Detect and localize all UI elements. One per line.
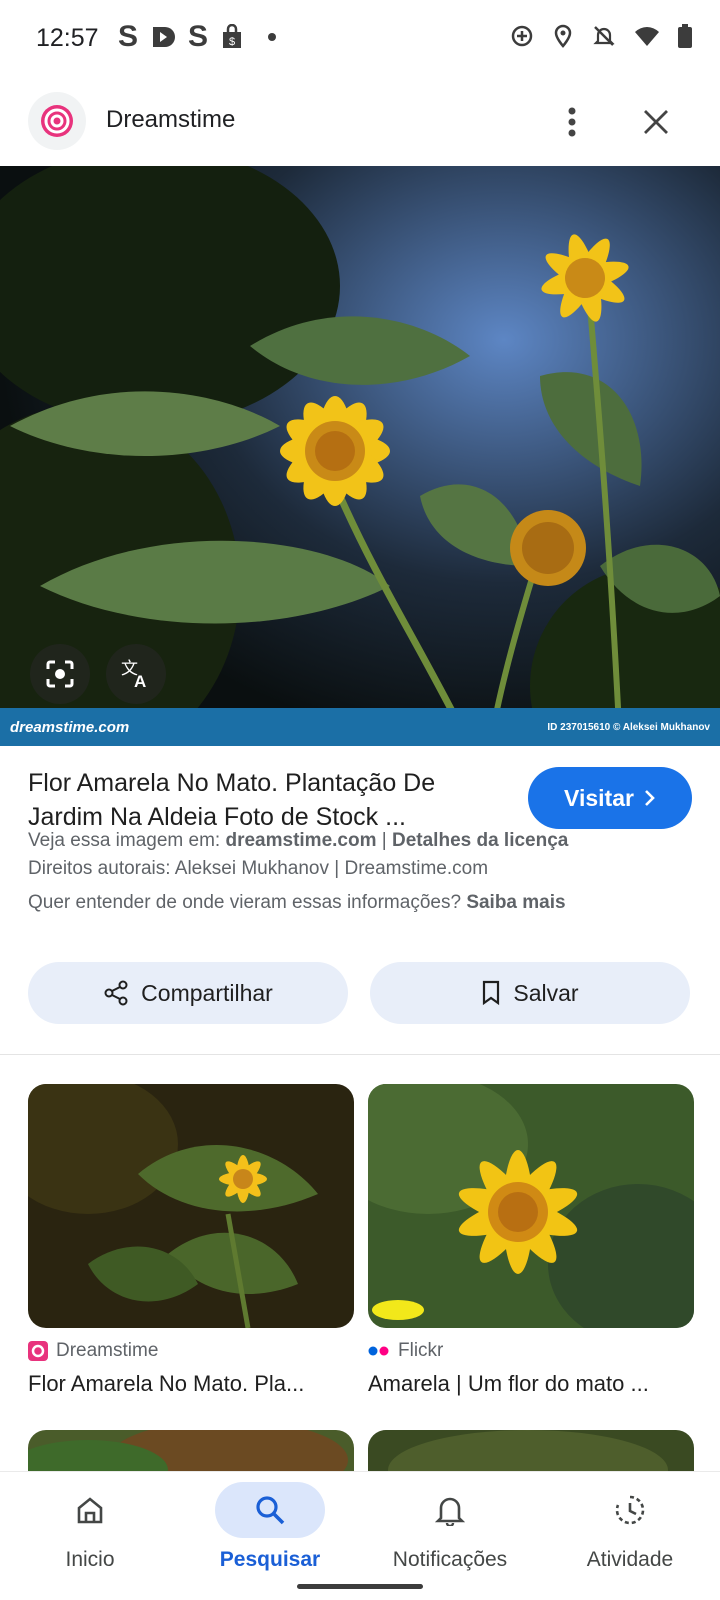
wifi-icon <box>635 27 659 46</box>
activity-history-icon <box>575 1482 685 1538</box>
info-question: Quer entender de onde vieram essas infor… <box>28 892 467 913</box>
nav-home[interactable]: Inicio <box>0 1482 180 1582</box>
notification-dot-icon <box>268 33 277 41</box>
translate-icon: 文A <box>121 659 146 690</box>
save-label: Salvar <box>513 979 579 1006</box>
viewer-header: Dreamstime <box>0 88 720 168</box>
related-title-1[interactable]: Flor Amarela No Mato. Pla... <box>28 1371 358 1397</box>
status-left-icons: S S $ <box>118 20 277 53</box>
credit-bar: dreamstime.com ID 237015610 © Aleksei Mu… <box>0 708 720 746</box>
hero-image[interactable]: 文A dreamstime.com ID 237015610 © Aleksei… <box>0 166 720 746</box>
lens-icon <box>46 660 74 688</box>
nav-notifications[interactable]: Notificações <box>360 1482 540 1582</box>
bell-icon <box>395 1482 505 1538</box>
nav-home-label: Inicio <box>65 1548 115 1571</box>
related-source-2: Flickr <box>368 1340 443 1362</box>
share-label: Compartilhar <box>141 979 273 1006</box>
bottom-navigation: Inicio Pesquisar Notificações Atividade <box>0 1472 720 1600</box>
more-vert-icon <box>568 107 576 137</box>
related-source-label-2: Flickr <box>398 1340 444 1361</box>
bookmark-icon <box>483 980 500 1006</box>
notifications-off-icon <box>593 26 615 46</box>
info-line: Quer entender de onde vieram essas infor… <box>28 890 692 916</box>
share-button[interactable]: Compartilhar <box>28 962 348 1024</box>
section-divider <box>0 1054 720 1055</box>
nav-activity[interactable]: Atividade <box>540 1482 720 1582</box>
shopping-bag-icon: $ <box>223 24 242 48</box>
nav-activity-label: Atividade <box>586 1548 674 1571</box>
flower-photo <box>0 166 720 746</box>
dreamstime-logo-icon <box>28 92 86 150</box>
more-options-button[interactable] <box>552 102 592 142</box>
lens-search-button[interactable] <box>30 644 90 704</box>
home-icon <box>35 1482 145 1538</box>
flickr-favicon-icon <box>368 1346 389 1356</box>
visit-button[interactable]: Visitar <box>528 767 692 829</box>
close-button[interactable] <box>636 102 676 142</box>
related-photo-1 <box>28 1084 354 1328</box>
related-image-1[interactable] <box>28 1084 354 1328</box>
data-saver-icon <box>511 25 533 47</box>
search-icon <box>215 1482 325 1538</box>
copyright-line: Direitos autorais: Aleksei Mukhanov | Dr… <box>28 858 489 879</box>
separator: | <box>376 830 392 851</box>
chevron-right-icon <box>645 790 655 806</box>
license-details-link[interactable]: Detalhes da licença <box>392 830 568 851</box>
related-source-1: Dreamstime <box>28 1340 158 1362</box>
source-line: Veja essa imagem em: dreamstime.com | De… <box>28 828 692 854</box>
save-button[interactable]: Salvar <box>370 962 690 1024</box>
battery-icon <box>678 24 692 48</box>
share-icon <box>104 980 128 1006</box>
dreamstime-favicon-icon <box>28 1341 48 1361</box>
s-app-icon-2: S <box>188 20 209 53</box>
svg-text:A: A <box>134 672 146 690</box>
related-source-label-1: Dreamstime <box>56 1340 159 1361</box>
credit-id: ID 237015610 © Aleksei Mukhanov <box>547 721 710 733</box>
status-time: 12:57 <box>36 24 99 52</box>
result-title[interactable]: Flor Amarela No Mato. Plantação De Jardi… <box>28 766 498 834</box>
source-link[interactable]: dreamstime.com <box>225 830 376 851</box>
status-right-icons <box>510 24 692 48</box>
site-name: Dreamstime <box>106 106 236 133</box>
see-image-prefix: Veja essa imagem em: <box>28 830 226 851</box>
close-icon <box>644 110 668 134</box>
nav-notifications-label: Notificações <box>392 1548 508 1571</box>
svg-text:$: $ <box>229 36 235 48</box>
visit-label: Visitar <box>564 784 634 811</box>
nav-search[interactable]: Pesquisar <box>180 1482 360 1582</box>
related-image-2[interactable] <box>368 1084 694 1328</box>
related-photo-2 <box>368 1084 694 1328</box>
status-bar: 12:57 S S $ <box>0 0 720 78</box>
home-gesture-bar[interactable] <box>297 1584 423 1589</box>
location-icon <box>554 24 572 48</box>
translate-button[interactable]: 文A <box>106 644 166 704</box>
nav-search-label: Pesquisar <box>219 1548 321 1571</box>
credit-logo: dreamstime.com <box>10 718 130 736</box>
s-app-icon: S <box>118 20 139 53</box>
related-title-2[interactable]: Amarela | Um flor do mato ... <box>368 1371 698 1397</box>
play-app-icon <box>153 27 176 47</box>
learn-more-link[interactable]: Saiba mais <box>466 892 565 913</box>
